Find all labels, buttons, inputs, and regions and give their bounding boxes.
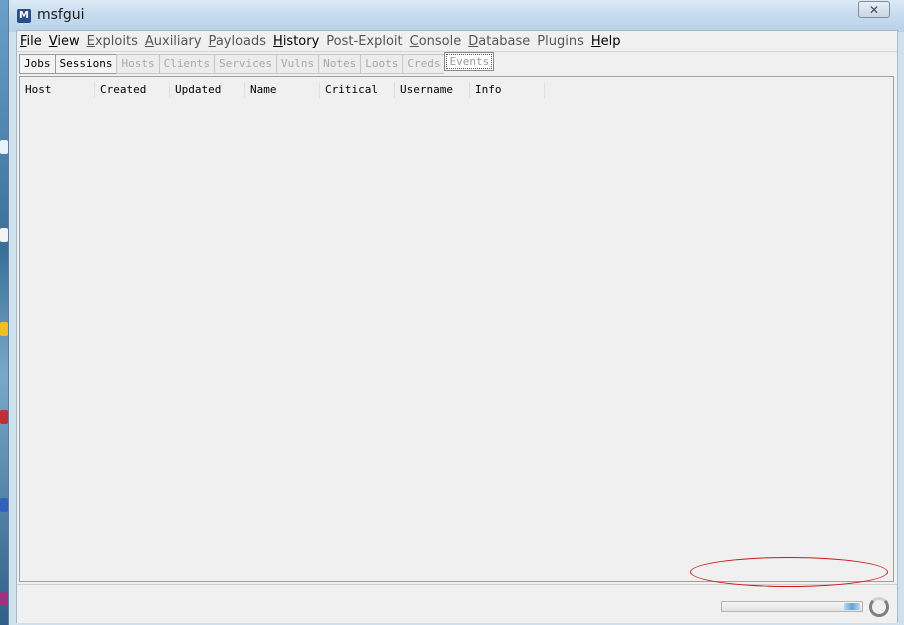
column-header-username[interactable]: Username [395, 82, 470, 98]
table-header: Host Created Updated Name Critical Username In… [20, 82, 545, 98]
tab-clients[interactable]: Clients [158, 54, 214, 74]
column-header-created[interactable]: Created [95, 82, 170, 98]
busy-spinner-icon [869, 597, 889, 617]
column-header-name[interactable]: Name [245, 82, 320, 98]
close-button[interactable]: ✕ [858, 1, 890, 18]
menu-payloads[interactable]: Payloads [206, 34, 269, 49]
status-bar [17, 584, 897, 623]
tab-notes[interactable]: Notes [318, 54, 361, 74]
tab-creds[interactable]: Creds [402, 54, 445, 74]
progress-bar [721, 601, 863, 612]
close-icon: ✕ [868, 3, 880, 17]
desktop-icon [0, 140, 8, 154]
column-header-host[interactable]: Host [20, 82, 95, 98]
menu-plugins[interactable]: Plugins [534, 34, 587, 49]
tab-services[interactable]: Services [213, 54, 276, 74]
desktop-icon [0, 410, 8, 424]
column-header-critical[interactable]: Critical [320, 82, 395, 98]
tab-bar: Jobs Sessions Hosts Clients Services Vulns Not… [19, 52, 495, 74]
title-bar[interactable]: M msfgui ✕ [9, 0, 904, 32]
metasploit-logo-icon: M [17, 9, 31, 23]
menu-file[interactable]: File [17, 34, 45, 49]
tab-hosts[interactable]: Hosts [116, 54, 159, 74]
menu-view[interactable]: View [46, 34, 83, 49]
menu-help[interactable]: Help [588, 34, 624, 49]
menu-bar: File View Exploits Auxiliary Payloads History… [17, 31, 897, 52]
tab-jobs[interactable]: Jobs [19, 54, 55, 74]
menu-auxiliary[interactable]: Auxiliary [142, 34, 205, 49]
events-panel: Host Created Updated Name Critical Username In… [19, 76, 894, 582]
tab-events[interactable]: Events [444, 52, 495, 71]
column-header-updated[interactable]: Updated [170, 82, 245, 98]
desktop-icon [0, 228, 8, 242]
window-title: msfgui [37, 7, 85, 23]
menu-console[interactable]: Console [407, 34, 465, 49]
tab-loots[interactable]: Loots [360, 54, 403, 74]
desktop-icon [0, 498, 8, 512]
tab-vulns[interactable]: Vulns [275, 54, 319, 74]
menu-history[interactable]: History [270, 34, 322, 49]
menu-exploits[interactable]: Exploits [84, 34, 141, 49]
menu-post-exploit[interactable]: Post-Exploit [323, 34, 405, 49]
main-content: File View Exploits Auxiliary Payloads History… [16, 30, 898, 623]
column-header-info[interactable]: Info [470, 82, 545, 98]
menu-database[interactable]: Database [465, 34, 533, 49]
tab-sessions[interactable]: Sessions [54, 54, 117, 74]
desktop-icon [0, 322, 8, 336]
desktop-icon [0, 592, 8, 606]
progress-indicator [844, 603, 860, 610]
app-window: M msfgui ✕ File View Exploits Auxiliary Payl… [8, 0, 904, 625]
